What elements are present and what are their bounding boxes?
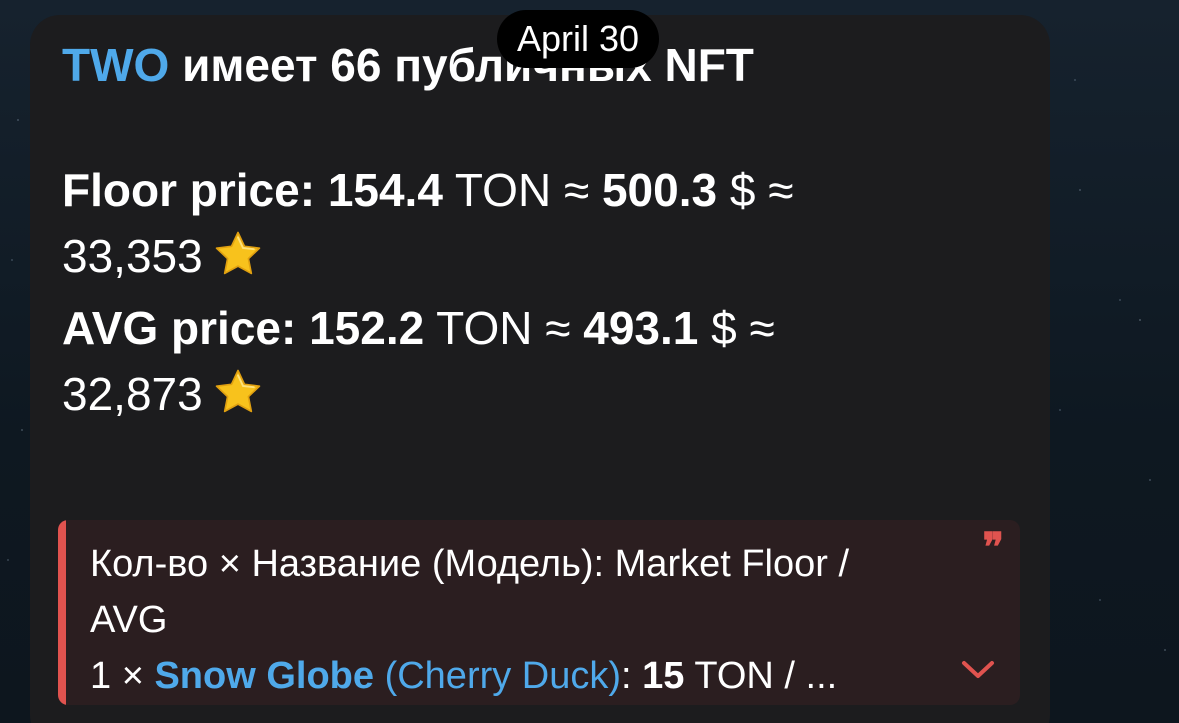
quote-accent-bar: [58, 520, 66, 705]
floor-price-label: Floor price:: [62, 164, 316, 216]
item-quantity: 1 ×: [90, 655, 144, 697]
avg-price-stars: 32,873: [62, 368, 203, 420]
floor-price-stars: 33,353: [62, 230, 203, 282]
quote-header-line: Кол-во × Название (Модель): Market Floor…: [90, 543, 850, 585]
floor-price-ton: 154.4: [327, 164, 443, 216]
item-colon: :: [621, 655, 632, 697]
floor-price-usd: 500.3: [601, 164, 718, 216]
title-text: имеет 66 публичных NFT: [169, 39, 754, 91]
avg-price-label: AVG price:: [62, 302, 297, 354]
item-name-link[interactable]: Snow Globe: [154, 655, 374, 697]
item-model-link[interactable]: (Cherry Duck): [385, 655, 621, 697]
quote-mark-icon: ❞: [982, 524, 1004, 571]
avg-price-ton-unit: TON ≈: [436, 302, 571, 354]
item-price-rest: TON / ...: [694, 655, 838, 697]
avg-price-usd-unit: $ ≈: [711, 302, 775, 354]
avg-price-line: AVG price: 152.2 TON ≈ 493.1 $ ≈: [62, 295, 1018, 361]
item-price: 15: [642, 655, 685, 697]
nft-owner-tag[interactable]: TWO: [62, 39, 169, 91]
avg-price-stars-line: 32,873: [62, 361, 1018, 433]
quote-text: Кол-во × Название (Модель): Market Floor…: [90, 536, 960, 704]
floor-price-line: Floor price: 154.4 TON ≈ 500.3 $ ≈: [62, 157, 1018, 223]
quote-header-line-2: AVG: [90, 599, 168, 641]
star-emoji-icon: [213, 229, 263, 295]
floor-price-stars-line: 33,353: [62, 223, 1018, 295]
chevron-down-icon[interactable]: [958, 658, 998, 682]
avg-price-usd: 493.1: [583, 302, 699, 354]
floor-price-usd-unit: $ ≈: [729, 164, 794, 216]
price-summary: Floor price: 154.4 TON ≈ 500.3 $ ≈ 33,35…: [62, 157, 1018, 433]
message-bubble: TWO имеет 66 публичных NFT Floor price: …: [30, 15, 1050, 723]
date-pill: April 30: [497, 10, 660, 68]
star-emoji-icon: [213, 367, 263, 433]
avg-price-ton: 152.2: [309, 302, 425, 354]
collapsed-quote-block[interactable]: ❞ Кол-во × Название (Модель): Market Flo…: [58, 520, 1020, 705]
floor-price-ton-unit: TON ≈: [454, 164, 590, 216]
quote-item-line: 1 × Snow Globe (Cherry Duck): 15 TON / .…: [90, 648, 960, 704]
